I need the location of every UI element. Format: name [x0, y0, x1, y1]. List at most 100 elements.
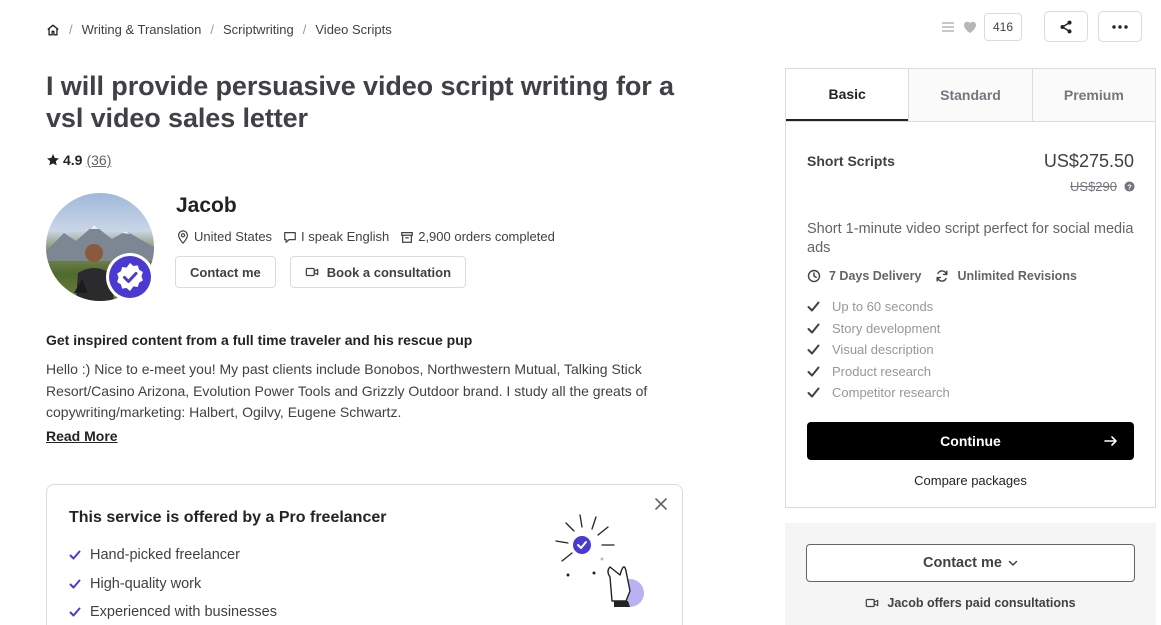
check-icon — [69, 550, 81, 560]
clock-icon — [807, 269, 821, 283]
speech-bubble-icon — [284, 231, 296, 243]
location-pin-icon — [178, 229, 188, 244]
seller-orders: 2,900 orders completed — [400, 229, 555, 244]
pro-freelancer-card: This service is offered by a Pro freelan… — [46, 484, 683, 625]
help-icon[interactable]: ? — [1124, 181, 1135, 192]
chevron-down-icon — [1008, 560, 1018, 566]
continue-label: Continue — [940, 433, 1001, 449]
gig-title: I will provide persuasive video script w… — [46, 71, 674, 133]
continue-button[interactable]: Continue — [807, 422, 1134, 460]
breadcrumb-scriptwriting[interactable]: Scriptwriting — [223, 22, 294, 37]
paid-consultations-note: Jacob offers paid consultations — [785, 596, 1156, 610]
about-heading: Get inspired content from a full time tr… — [46, 332, 473, 348]
contact-me-button[interactable]: Contact me — [175, 256, 276, 288]
gig-actions: 416 — [940, 11, 1142, 42]
seller-buttons: Contact me Book a consultation — [175, 256, 480, 288]
revisions-label: Unlimited Revisions — [957, 269, 1077, 283]
paid-consultations-label: Jacob offers paid consultations — [887, 596, 1076, 610]
gig-rating: 4.9 (36) — [46, 152, 111, 168]
seller-language: I speak English — [283, 229, 389, 244]
check-icon — [807, 344, 820, 355]
heart-icon[interactable] — [962, 19, 978, 35]
pro-badge-icon — [109, 256, 151, 298]
feature-label: Story development — [832, 320, 941, 336]
svg-text:?: ? — [1127, 182, 1132, 191]
seller-meta: United States I speak English 2,900 orde… — [176, 229, 566, 244]
pro-benefit-label: Experienced with businesses — [90, 604, 277, 621]
feature-item: Competitor research — [807, 382, 950, 404]
seller-name[interactable]: Jacob — [176, 194, 237, 218]
rating-score: 4.9 — [63, 152, 83, 168]
revisions: Unlimited Revisions — [935, 269, 1077, 283]
pro-benefit-item: High-quality work — [69, 570, 277, 599]
package-tabs: Basic Standard Premium — [786, 69, 1155, 122]
check-icon — [807, 301, 820, 312]
breadcrumb: / Writing & Translation / Scriptwriting … — [46, 22, 392, 37]
video-camera-icon — [305, 267, 319, 277]
check-icon — [807, 323, 820, 334]
breadcrumb-separator: / — [302, 22, 307, 37]
book-consultation-button[interactable]: Book a consultation — [289, 256, 467, 288]
pro-card-title: This service is offered by a Pro freelan… — [69, 509, 387, 526]
contact-me-label: Contact me — [923, 555, 1002, 571]
read-more-link[interactable]: Read More — [46, 428, 118, 444]
contact-panel: Contact me Jacob offers paid consultatio… — [785, 523, 1156, 625]
feature-label: Product research — [832, 363, 931, 379]
more-options-button[interactable] — [1098, 11, 1142, 42]
feature-item: Up to 60 seconds — [807, 296, 950, 318]
check-icon — [807, 366, 820, 377]
feature-item: Visual description — [807, 339, 950, 361]
check-icon — [69, 579, 81, 589]
review-count-link[interactable]: (36) — [86, 152, 111, 168]
feature-label: Competitor research — [832, 385, 950, 401]
video-camera-icon — [866, 598, 879, 608]
package-box: Basic Standard Premium Short Scripts US$… — [785, 68, 1156, 508]
refresh-icon — [936, 270, 948, 282]
pro-benefits-list: Hand-picked freelancer High-quality work… — [69, 541, 277, 625]
star-icon — [47, 154, 59, 166]
package-price: US$275.50 — [1043, 151, 1134, 171]
share-button[interactable] — [1044, 11, 1088, 42]
compare-packages-link[interactable]: Compare packages — [786, 473, 1155, 488]
more-icon — [1112, 24, 1128, 29]
book-consultation-label: Book a consultation — [326, 264, 452, 280]
breadcrumb-video-scripts[interactable]: Video Scripts — [315, 22, 391, 37]
pro-benefit-label: Hand-picked freelancer — [90, 547, 240, 564]
feature-label: Visual description — [832, 342, 934, 358]
contact-me-dropdown-button[interactable]: Contact me — [806, 544, 1135, 582]
breadcrumb-separator: / — [69, 22, 73, 37]
package-delivery-info: 7 Days Delivery Unlimited Revisions — [807, 269, 1091, 283]
box-icon — [401, 231, 414, 243]
home-icon[interactable] — [46, 23, 60, 37]
close-icon[interactable] — [654, 497, 668, 511]
pro-benefit-label: High-quality work — [90, 575, 202, 592]
package-original-price: US$290 — [1070, 179, 1117, 194]
delivery-time: 7 Days Delivery — [807, 269, 921, 283]
collection-icon[interactable] — [940, 19, 956, 35]
breadcrumb-writing-translation[interactable]: Writing & Translation — [82, 22, 202, 37]
pro-benefit-item: Hand-picked freelancer — [69, 541, 277, 570]
seller-orders-label: 2,900 orders completed — [418, 229, 555, 244]
tab-standard[interactable]: Standard — [908, 69, 1032, 121]
likes-count: 416 — [983, 12, 1022, 41]
package-features: Up to 60 seconds Story development Visua… — [807, 296, 950, 404]
seller-country-label: United States — [194, 229, 273, 244]
check-icon — [807, 387, 820, 398]
pro-benefit-item: Experienced with businesses — [69, 598, 277, 625]
tab-basic[interactable]: Basic — [786, 69, 909, 121]
package-description: Short 1-minute video script perfect for … — [807, 221, 1134, 256]
pro-verified-badge — [106, 253, 154, 301]
delivery-time-label: 7 Days Delivery — [829, 269, 922, 283]
seller-country: United States — [176, 229, 272, 244]
package-name: Short Scripts — [807, 153, 895, 169]
about-text: Hello :) Nice to e-meet you! My past cli… — [46, 361, 648, 420]
arrow-right-icon — [1104, 436, 1117, 446]
feature-item: Story development — [807, 318, 950, 340]
feature-item: Product research — [807, 361, 950, 383]
share-icon — [1060, 20, 1072, 33]
check-icon — [69, 607, 81, 617]
tab-premium[interactable]: Premium — [1031, 69, 1155, 121]
feature-label: Up to 60 seconds — [832, 299, 934, 315]
pro-hand-badge-illustration — [555, 514, 644, 607]
breadcrumb-separator: / — [210, 22, 214, 37]
